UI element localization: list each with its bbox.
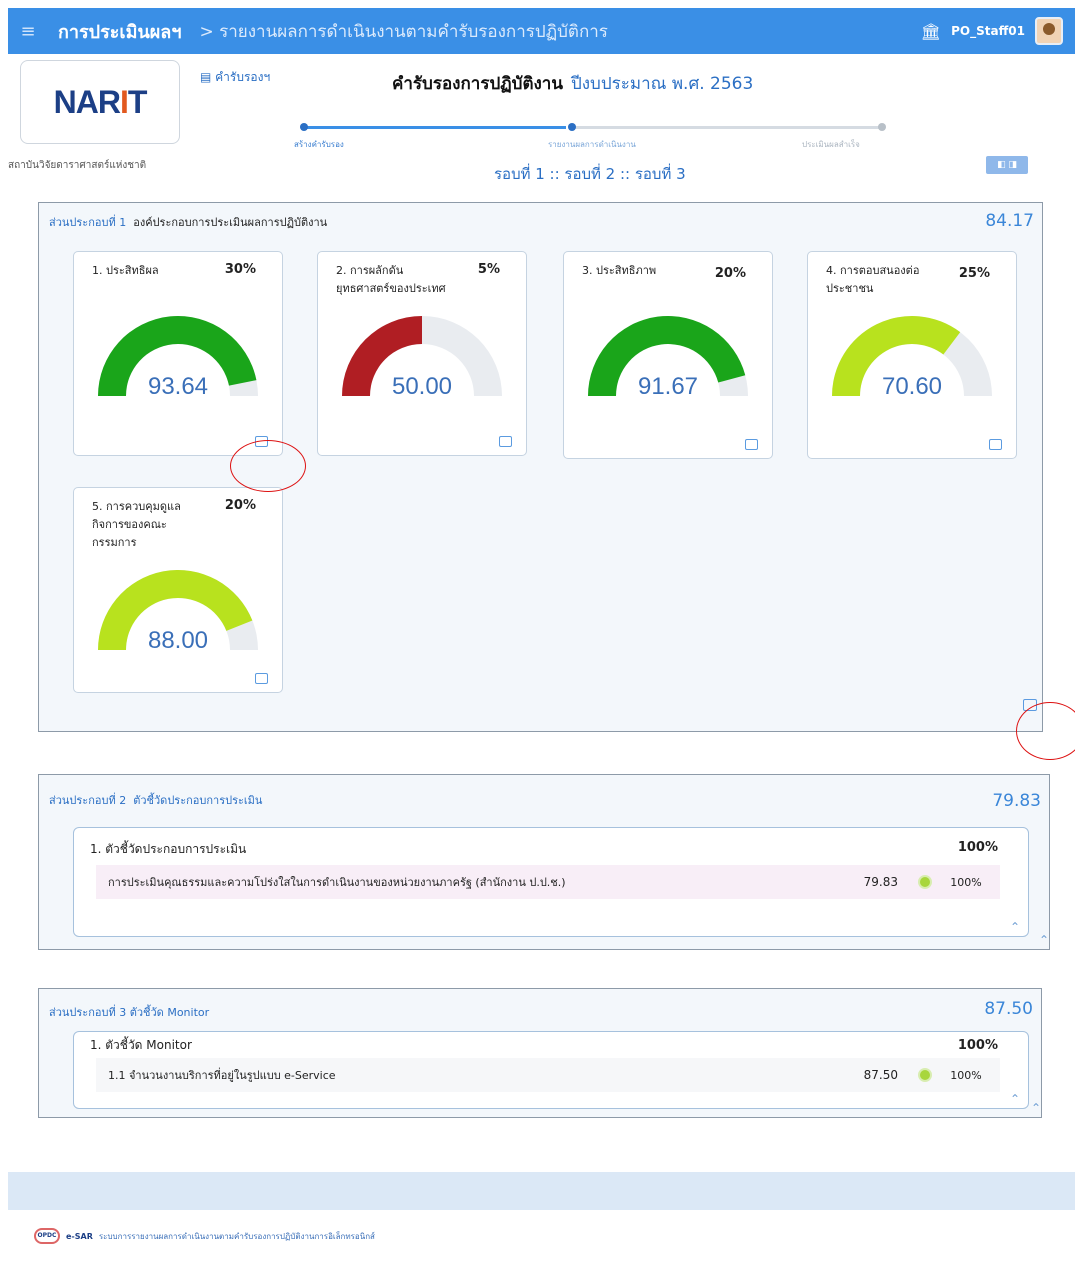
- hamburger-icon[interactable]: ≡: [8, 21, 48, 42]
- card-weight: 5%: [477, 262, 500, 277]
- group-title: 1. ตัวชี้วัดประกอบการประเมิน: [90, 842, 247, 856]
- table-row[interactable]: 1.1 จำนวนงานบริการที่อยู่ในรูปแบบ e-Serv…: [96, 1058, 1000, 1092]
- section-2-score: 79.83: [992, 791, 1041, 811]
- app-name[interactable]: การประเมินผลฯ: [58, 17, 181, 46]
- group-weight: 100%: [957, 1038, 998, 1053]
- row-percent: 100%: [950, 1068, 982, 1082]
- row-label: การประเมินคุณธรรมและความโปร่งใสในการดำเน…: [108, 876, 566, 889]
- gauge-value: 88.00: [148, 627, 208, 654]
- section-2: ส่วนประกอบที่ 2 ตัวชี้วัดประกอบการประเมิ…: [38, 774, 1050, 950]
- cert-link[interactable]: ▤ คำรับรองฯ: [200, 68, 270, 87]
- gauge-value: 91.67: [638, 373, 698, 400]
- status-dot: [918, 1068, 932, 1082]
- expand-icon[interactable]: [745, 439, 758, 450]
- gauge: 50.00: [342, 316, 502, 400]
- card-name: 4. การตอบสนองต่อประชาชน: [826, 264, 920, 295]
- expand-icon[interactable]: [255, 673, 268, 684]
- top-bar: ≡ การประเมินผลฯ > รายงานผลการดำเนินงานตา…: [8, 8, 1075, 54]
- indicator-card-4[interactable]: 4. การตอบสนองต่อประชาชน 25% 70.60: [807, 251, 1017, 459]
- table-row[interactable]: การประเมินคุณธรรมและความโปร่งใสในการดำเน…: [96, 865, 1000, 899]
- group-title: 1. ตัวชี้วัด Monitor: [90, 1038, 192, 1052]
- section-2-header: ส่วนประกอบที่ 2 ตัวชี้วัดประกอบการประเมิ…: [49, 794, 263, 807]
- card-weight: 20%: [714, 266, 746, 281]
- card-weight: 20%: [224, 498, 256, 513]
- gauge-value: 50.00: [392, 373, 452, 400]
- chevron-up-icon[interactable]: ⌃: [1031, 1101, 1041, 1115]
- step-dot[interactable]: [568, 123, 576, 131]
- round-selector[interactable]: รอบที่ 1 :: รอบที่ 2 :: รอบที่ 3: [494, 162, 686, 186]
- gauge: 91.67: [588, 316, 748, 400]
- bank-icon[interactable]: 🏛: [921, 22, 941, 41]
- user-name[interactable]: PO_Staff01: [951, 24, 1025, 38]
- esar-label: e-SAR: [66, 1231, 93, 1241]
- list-icon: ▤: [200, 70, 216, 84]
- view-toggle-button[interactable]: ◧ ◨: [986, 156, 1028, 174]
- expand-icon[interactable]: [989, 439, 1002, 450]
- annotation-circle: [1016, 702, 1075, 760]
- card-name: 5. การควบคุมดูแลกิจการของคณะกรรมการ: [92, 500, 181, 549]
- indicator-card-1[interactable]: 1. ประสิทธิผล 30% 93.64: [73, 251, 283, 456]
- fiscal-year: ปีงบประมาณ พ.ศ. 2563: [570, 74, 754, 94]
- row-label: 1.1 จำนวนงานบริการที่อยู่ในรูปแบบ e-Serv…: [108, 1069, 336, 1082]
- gauge: 93.64: [98, 316, 258, 400]
- footer-bar: [8, 1172, 1075, 1210]
- org-name: สถาบันวิจัยดาราศาสตร์แห่งชาติ: [8, 160, 147, 171]
- breadcrumb: > รายงานผลการดำเนินงานตามคำรับรองการปฏิบ…: [199, 21, 608, 42]
- footer-text: ระบบการรายงานผลการดำเนินงานตามคำรับรองกา…: [98, 1231, 375, 1241]
- indicator-group: 1. ตัวชี้วัด Monitor 100% 1.1 จำนวนงานบร…: [73, 1031, 1029, 1109]
- section-1-score: 84.17: [985, 211, 1034, 231]
- row-percent: 100%: [950, 875, 982, 889]
- section-1: ส่วนประกอบที่ 1 องค์ประกอบการประเมินผลกา…: [38, 202, 1043, 732]
- section-1-header: ส่วนประกอบที่ 1 องค์ประกอบการประเมินผลกา…: [49, 216, 328, 229]
- chevron-up-icon[interactable]: ⌃: [1039, 933, 1049, 947]
- footer: OPDC e-SAR ระบบการรายงานผลการดำเนินงานตา…: [34, 1228, 375, 1244]
- section-3: ส่วนประกอบที่ 3 ตัวชี้วัด Monitor 87.50 …: [38, 988, 1042, 1118]
- avatar[interactable]: [1035, 17, 1063, 45]
- step-label: รายงานผลการดำเนินงาน: [548, 140, 636, 149]
- indicator-card-3[interactable]: 3. ประสิทธิภาพ 20% 91.67: [563, 251, 773, 459]
- card-weight: 30%: [224, 262, 256, 277]
- progress-stepper: สร้างคำรับรอง รายงานผลการดำเนินงาน ประเม…: [290, 120, 890, 150]
- group-weight: 100%: [957, 840, 998, 855]
- card-weight: 25%: [958, 266, 990, 281]
- gauge-value: 70.60: [882, 373, 942, 400]
- page-title: คำรับรองการปฏิบัติงาน ปีงบประมาณ พ.ศ. 256…: [392, 74, 754, 94]
- chevron-up-icon[interactable]: ⌃: [1010, 920, 1020, 934]
- status-dot: [918, 875, 932, 889]
- indicator-group: 1. ตัวชี้วัดประกอบการประเมิน 100% การประ…: [73, 827, 1029, 937]
- step-dot[interactable]: [878, 123, 886, 131]
- card-name: 1. ประสิทธิผล: [92, 264, 159, 277]
- narit-logo: NARIT: [20, 60, 180, 144]
- gauge-value: 93.64: [148, 373, 208, 400]
- gauge: 88.00: [98, 570, 258, 654]
- indicator-card-5[interactable]: 5. การควบคุมดูแลกิจการของคณะกรรมการ 20% …: [73, 487, 283, 693]
- step-dot[interactable]: [300, 123, 308, 131]
- card-name: 3. ประสิทธิภาพ: [582, 264, 657, 277]
- section-3-header: ส่วนประกอบที่ 3 ตัวชี้วัด Monitor: [49, 1006, 210, 1019]
- opdc-logo: OPDC: [34, 1228, 60, 1244]
- section-3-score: 87.50: [984, 999, 1033, 1019]
- row-score: 87.50: [863, 1068, 898, 1082]
- indicator-card-2[interactable]: 2. การผลักดันยุทธศาสตร์ของประเทศ 5% 50.0…: [317, 251, 527, 456]
- chevron-up-icon[interactable]: ⌃: [1010, 1092, 1020, 1106]
- gauge: 70.60: [832, 316, 992, 400]
- step-label: ประเมินผลสำเร็จ: [802, 140, 860, 149]
- annotation-circle: [230, 440, 306, 492]
- card-name: 2. การผลักดันยุทธศาสตร์ของประเทศ: [336, 264, 446, 295]
- row-score: 79.83: [863, 875, 898, 889]
- expand-icon[interactable]: [499, 436, 512, 447]
- step-label: สร้างคำรับรอง: [294, 140, 344, 149]
